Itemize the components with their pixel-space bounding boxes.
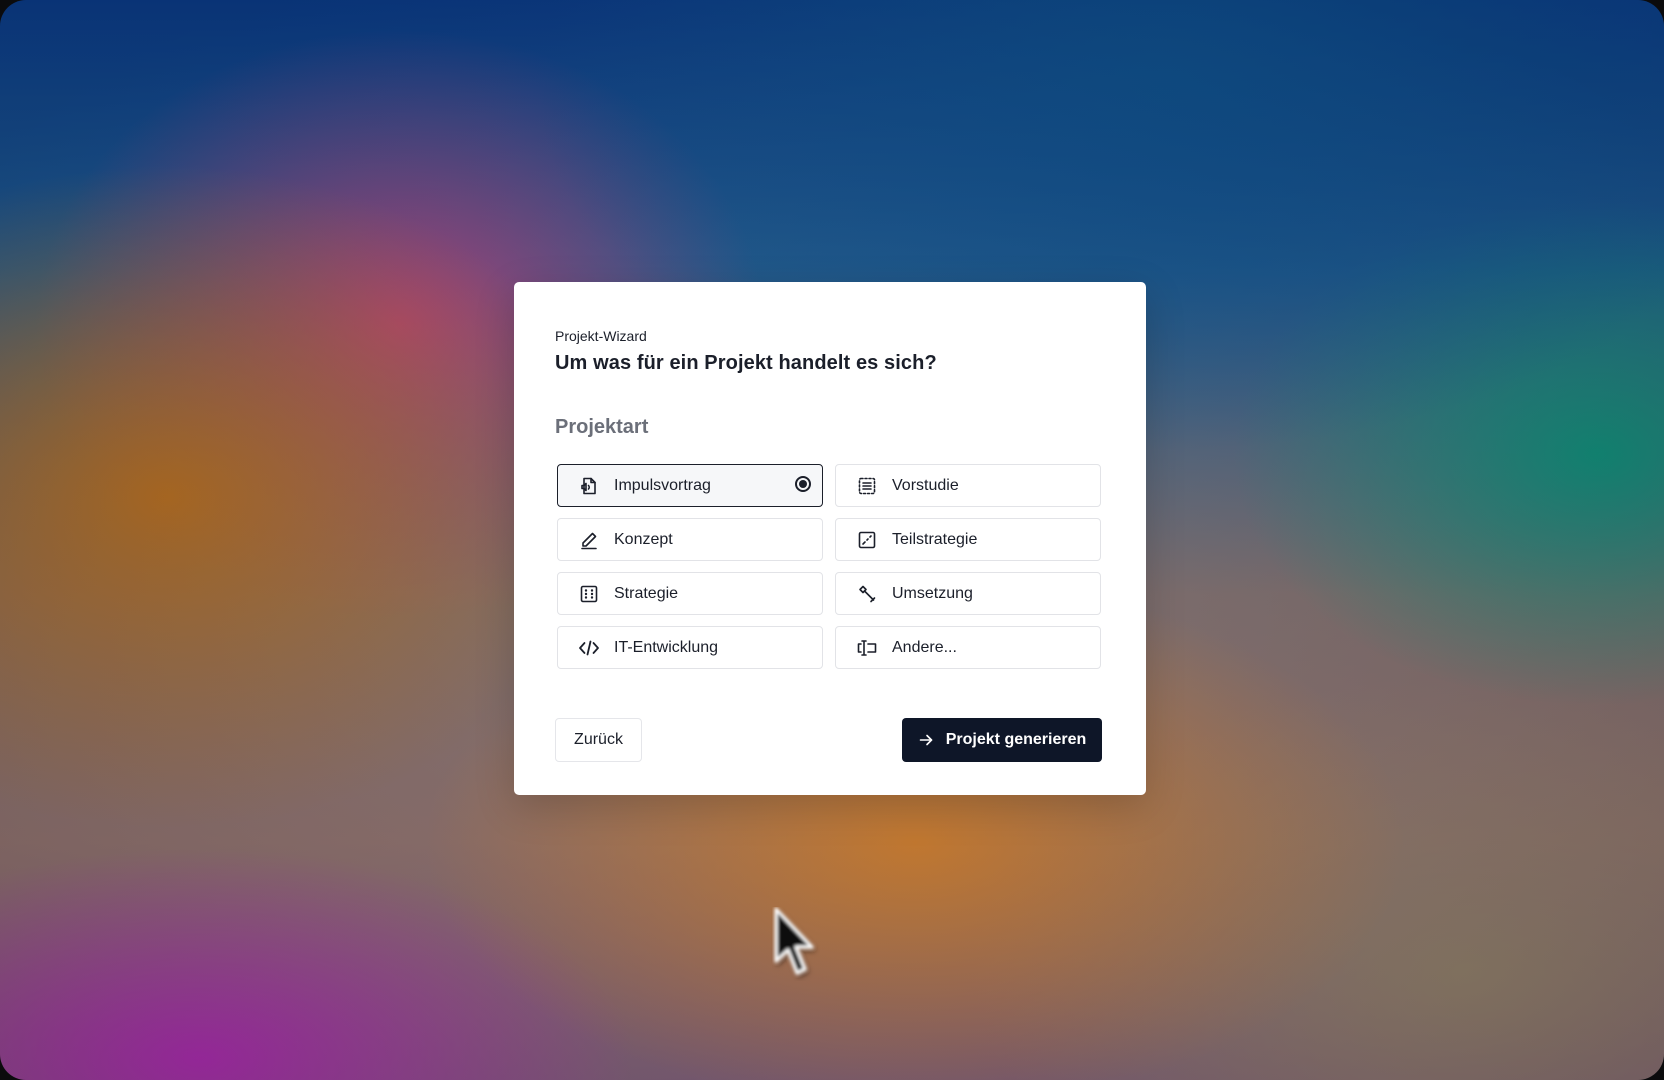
option-label: Teilstrategie — [892, 530, 978, 548]
wizard-title: Um was für ein Projekt handelt es sich? — [555, 352, 937, 374]
code-icon — [578, 637, 600, 659]
option-vorstudie[interactable]: Vorstudie — [835, 464, 1101, 507]
back-button[interactable]: Zurück — [555, 718, 642, 762]
option-label: Konzept — [614, 530, 673, 548]
option-label: IT-Entwicklung — [614, 638, 719, 656]
option-teilstrategie[interactable]: Teilstrategie — [835, 518, 1101, 561]
option-strategie[interactable]: Strategie — [557, 572, 823, 615]
arrow-right-icon — [918, 732, 934, 748]
chart-square-icon — [856, 529, 878, 551]
list-dashed-icon — [856, 475, 878, 497]
option-konzept[interactable]: Konzept — [557, 518, 823, 561]
generate-project-button[interactable]: Projekt generieren — [902, 718, 1102, 762]
option-label: Umsetzung — [892, 584, 973, 602]
option-it-entwicklung[interactable]: IT-Entwicklung — [557, 626, 823, 669]
hammer-icon — [856, 583, 878, 605]
generate-project-label: Projekt generieren — [945, 731, 1087, 748]
project-type-options: Impulsvortrag Vorstudie Konzept Teilstra… — [557, 464, 1101, 669]
text-cursor-icon — [856, 637, 878, 659]
radio-selected-indicator — [795, 476, 811, 492]
option-label: Strategie — [614, 584, 679, 602]
option-label: Andere... — [892, 638, 957, 656]
grid-square-icon — [578, 583, 600, 605]
mouse-pointer-icon — [774, 907, 814, 975]
option-label: Vorstudie — [892, 476, 959, 494]
section-label-projektart: Projektart — [555, 416, 649, 438]
project-wizard-dialog: Projekt-Wizard Um was für ein Projekt ha… — [514, 282, 1146, 795]
option-label: Impulsvortrag — [614, 476, 711, 494]
option-umsetzung[interactable]: Umsetzung — [835, 572, 1101, 615]
pen-icon — [578, 529, 600, 551]
option-impulsvortrag[interactable]: Impulsvortrag — [557, 464, 823, 507]
wizard-eyebrow: Projekt-Wizard — [555, 328, 647, 344]
file-audio-icon — [578, 475, 600, 497]
option-andere[interactable]: Andere... — [835, 626, 1101, 669]
